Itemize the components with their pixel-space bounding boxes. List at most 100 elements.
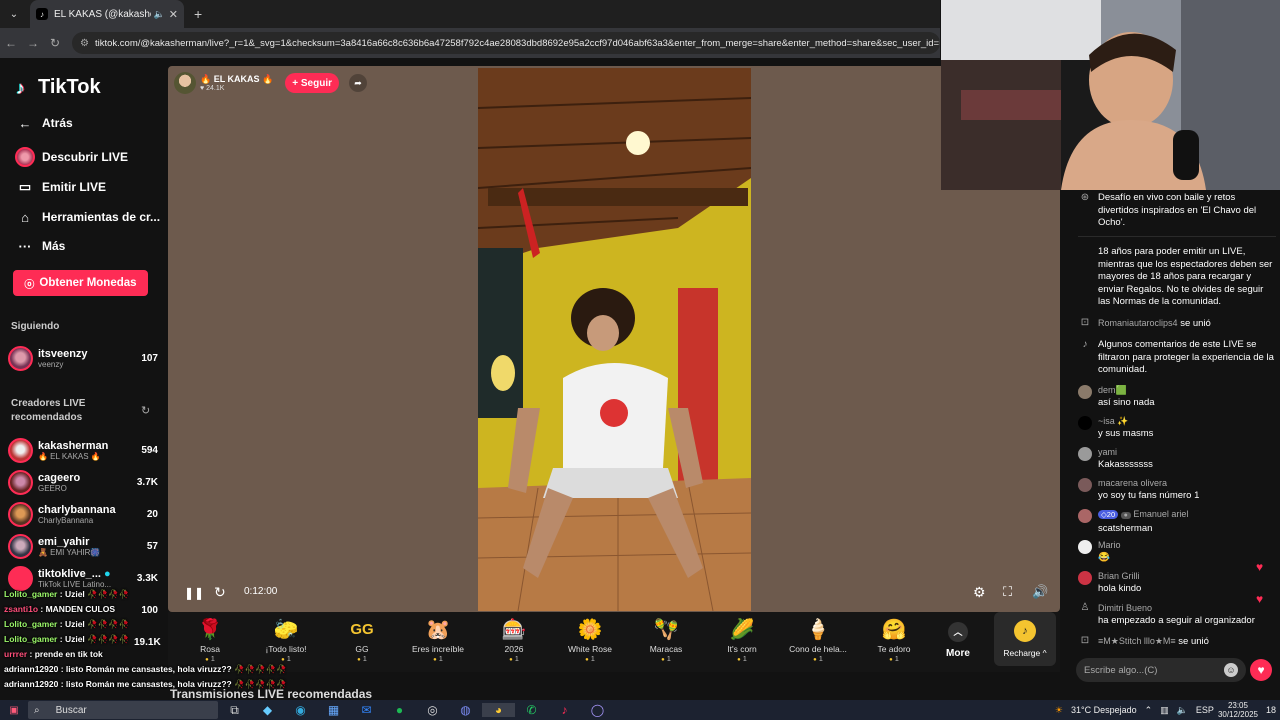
live-video[interactable]	[478, 68, 751, 611]
fullscreen-icon[interactable]: ⛶	[1003, 584, 1012, 600]
browser-tab-active[interactable]: ♪ EL KAKAS (@kakashe 🔈 ✕	[30, 0, 184, 28]
network-icon[interactable]: ▥	[1160, 705, 1169, 716]
chat-user[interactable]: dem🟩	[1098, 384, 1155, 397]
overlay-msg: : Uziel 🥀🥀🥀🥀	[59, 589, 130, 599]
avatar[interactable]	[1078, 571, 1092, 585]
tab-list-chevron-icon[interactable]: ⌄	[2, 4, 26, 24]
weather-text[interactable]: 31°C Despejado	[1071, 705, 1137, 715]
recharge-button[interactable]: ♪ Recharge ^	[994, 612, 1056, 666]
floating-heart-icon: ♥	[1256, 592, 1264, 606]
chat-user[interactable]: Emanuel ariel	[1133, 509, 1188, 519]
chat-user[interactable]: yami	[1098, 446, 1153, 459]
chat-user[interactable]: Mario	[1098, 539, 1121, 552]
following-title: Siguiendo	[11, 321, 60, 332]
recommended-item[interactable]: kakasherman 🔥 EL KAKAS 🔥 594	[8, 435, 158, 465]
avatar[interactable]	[1078, 416, 1092, 430]
pause-icon[interactable]: ❚❚	[184, 586, 204, 600]
gift-2026[interactable]: 🎰 20261	[476, 616, 552, 663]
nav-label: Descubrir LIVE	[42, 150, 129, 164]
host-name[interactable]: 🔥 EL KAKAS 🔥	[200, 74, 273, 85]
reload-icon[interactable]: ↻	[44, 36, 66, 50]
task-view-icon[interactable]: ⧉	[218, 703, 251, 718]
nav-go-live[interactable]: ▭ Emitir LIVE	[14, 176, 106, 198]
discord-icon[interactable]: ◍	[449, 703, 482, 717]
gift-te-adoro[interactable]: 🤗 Te adoro1	[856, 616, 932, 663]
nav-discover-live[interactable]: Descubrir LIVE	[14, 146, 128, 168]
store-icon[interactable]: ▦	[317, 703, 350, 717]
host-avatar[interactable]	[174, 72, 196, 94]
gift-cono-helado[interactable]: 🍦 Cono de hela...1	[780, 616, 856, 663]
chat-user[interactable]: macarena olivera	[1098, 477, 1199, 490]
get-coins-button[interactable]: ⓞ Obtener Monedas	[13, 270, 148, 296]
tiktok-icon[interactable]: ♪	[548, 703, 581, 717]
avatar[interactable]	[1078, 447, 1092, 461]
new-tab-button[interactable]: +	[194, 6, 202, 22]
volume-icon[interactable]: 🔊	[1032, 584, 1048, 600]
gift-its-corn[interactable]: 🌽 It's corn1	[704, 616, 780, 663]
taskbar-search[interactable]: ⌕ Buscar	[28, 701, 218, 719]
refresh-icon[interactable]: ↻	[141, 404, 150, 417]
avatar[interactable]	[1078, 385, 1092, 399]
join-label: se unió	[1178, 636, 1209, 647]
start-icon[interactable]: ▣	[0, 700, 28, 720]
chat-user[interactable]: Dimitri Bueno	[1098, 602, 1255, 615]
recommended-item[interactable]: cageero GEERO 3.7K	[8, 467, 158, 497]
following-item[interactable]: itsveenzy veenzy 107	[8, 343, 158, 373]
chat-user[interactable]: ~isa ✨	[1098, 415, 1153, 428]
nav-back[interactable]: ← Atrás	[14, 112, 73, 134]
gift-maracas[interactable]: 🪇 Maracas1	[628, 616, 704, 663]
overlay-user: zsanti1o	[4, 604, 39, 614]
home-icon: ⌂	[21, 209, 29, 225]
avatar[interactable]	[1078, 540, 1092, 554]
nav-more[interactable]: ··· Más	[14, 235, 66, 257]
speaker-icon[interactable]: 🔈	[154, 9, 165, 20]
recommended-item[interactable]: emi_yahir 🧸 EMI YAHIR🎆 57	[8, 531, 158, 561]
gift-label: Maracas	[649, 644, 683, 654]
close-tab-icon[interactable]: ✕	[169, 8, 178, 21]
weather-icon: ☀	[1054, 704, 1063, 715]
chat-input[interactable]: Escribe algo...(C) ☺	[1076, 658, 1246, 682]
join-user[interactable]: ≡M★Stitch lllo★M≡	[1098, 636, 1176, 646]
gift-eres-increible[interactable]: 🐹 Eres increíble1	[400, 616, 476, 663]
share-icon[interactable]: ➦	[349, 74, 368, 92]
avatar[interactable]	[1078, 509, 1092, 523]
nav-creator-tools[interactable]: ⌂ Herramientas de cr...	[14, 206, 160, 228]
gift-todo-listo[interactable]: 🧽 ¡Todo listo!1	[248, 616, 324, 663]
emoji-icon[interactable]: ☺	[1224, 663, 1238, 677]
overlay-msg: : listo Román me cansastes, hola viruzz?…	[60, 664, 287, 674]
gift-white-rose[interactable]: 🌼 White Rose1	[552, 616, 628, 663]
follow-button[interactable]: + Seguir	[285, 73, 340, 93]
forward-arrow-icon[interactable]: →	[22, 36, 44, 50]
edge-icon[interactable]: ◉	[284, 703, 317, 717]
creator-sub: CharlyBannana	[38, 515, 94, 525]
back-arrow-icon[interactable]: ←	[0, 36, 22, 50]
like-heart-button[interactable]: ♥	[1250, 659, 1272, 681]
gift-gg[interactable]: GGGG1	[324, 616, 400, 663]
tray-chevron-icon[interactable]: ⌃	[1145, 705, 1153, 716]
join-user[interactable]: Romaniautaroclips4	[1098, 318, 1178, 328]
recommended-item[interactable]: charlybannana CharlyBannana 20	[8, 499, 158, 529]
chat-user[interactable]: Brian Grilli	[1098, 570, 1141, 583]
gift-rosa[interactable]: 🌹 Rosa1	[172, 616, 248, 663]
replay-icon[interactable]: ↻	[214, 584, 226, 601]
site-info-icon[interactable]: ⚙	[80, 38, 89, 49]
language-indicator[interactable]: ESP	[1196, 705, 1214, 715]
notification-badge[interactable]: 18	[1266, 705, 1276, 715]
chrome-icon[interactable]: ◕	[482, 703, 515, 717]
mail-icon[interactable]: ✉	[350, 703, 383, 717]
url-field[interactable]: ⚙ tiktok.com/@kakasherman/live?_r=1&_svg…	[72, 32, 940, 54]
lottery-icon: 🎰	[501, 619, 527, 641]
live-stage: 🔥 EL KAKAS 🔥 ♥ 24.1K + Seguir ➦ ❚❚ ↻ 0:1…	[168, 66, 1060, 612]
whatsapp-icon[interactable]: ✆	[515, 703, 548, 717]
spotify-icon[interactable]: ●	[383, 703, 416, 717]
recommended-title: Creadores LIVE recomendados	[11, 398, 86, 423]
tiktok-logo[interactable]: ♪ TikTok	[16, 76, 101, 99]
volume-icon[interactable]: 🔈	[1177, 705, 1188, 716]
clock[interactable]: 23:05 30/12/2025	[1218, 701, 1258, 719]
avatar[interactable]	[1078, 478, 1092, 492]
more-gifts-button[interactable]: ︿ More	[936, 620, 980, 659]
settings-gear-icon[interactable]: ⚙	[973, 584, 986, 601]
obs-icon[interactable]: ◎	[416, 703, 449, 717]
app-circle-icon[interactable]: ◯	[581, 703, 614, 717]
copilot-icon[interactable]: ◆	[251, 703, 284, 717]
